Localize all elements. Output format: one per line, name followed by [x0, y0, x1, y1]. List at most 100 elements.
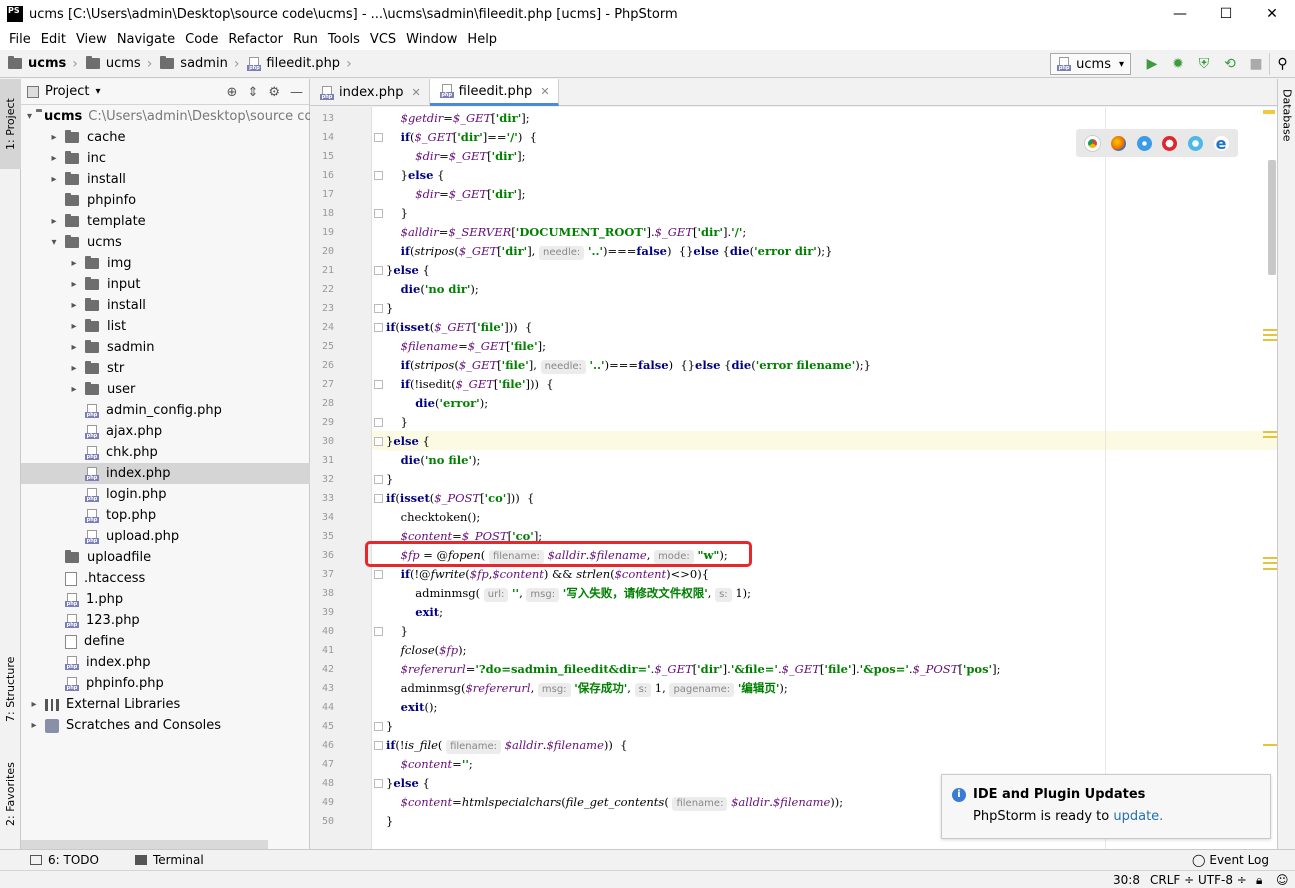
line-number[interactable]: 13	[310, 109, 334, 128]
code-line[interactable]: $content='';	[386, 755, 473, 774]
fold-marker-icon[interactable]	[374, 627, 383, 636]
line-number[interactable]: 34	[310, 508, 334, 527]
line-number[interactable]: 21	[310, 261, 334, 280]
tree-item[interactable]: ▸ template	[21, 211, 310, 232]
line-number[interactable]: 32	[310, 470, 334, 489]
tree-item[interactable]: ▸ External Libraries	[21, 694, 310, 715]
error-stripe-mark[interactable]	[1263, 744, 1277, 746]
chevron-right-icon[interactable]: ▸	[27, 720, 41, 731]
line-number[interactable]: 15	[310, 147, 334, 166]
line-number[interactable]: 45	[310, 717, 334, 736]
line-number[interactable]: 22	[310, 280, 334, 299]
code-line[interactable]: exit();	[386, 698, 438, 717]
code-line[interactable]: die('no file');	[386, 451, 481, 470]
line-number[interactable]: 44	[310, 698, 334, 717]
code-line[interactable]: adminmsg( url: '', msg: '写入失败，请修改文件权限', …	[386, 584, 751, 603]
tab-index-php[interactable]: php index.php ✕	[310, 79, 430, 106]
fold-marker-icon[interactable]	[374, 570, 383, 579]
chrome-icon[interactable]	[1085, 135, 1101, 151]
code-line[interactable]: }	[386, 470, 393, 489]
tree-item[interactable]: ▸ inc	[21, 148, 310, 169]
error-stripe-mark[interactable]	[1263, 562, 1277, 564]
chevron-right-icon[interactable]: ▸	[67, 300, 81, 311]
line-number[interactable]: 23	[310, 299, 334, 318]
tree-item[interactable]: ▸ str	[21, 358, 310, 379]
structure-tool-tab[interactable]: 7: Structure	[0, 649, 21, 729]
event-log-button[interactable]: ◯ Event Log	[1192, 853, 1269, 867]
code-line[interactable]: $refererurl='?do=sadmin_fileedit&dir='.$…	[386, 660, 1001, 679]
chevron-right-icon[interactable]: ▸	[67, 384, 81, 395]
line-number[interactable]: 36	[310, 546, 334, 565]
menu-help[interactable]: Help	[462, 32, 502, 47]
fold-marker-icon[interactable]	[374, 380, 383, 389]
code-line[interactable]: if(isset($_GET['file'])) {	[386, 318, 532, 337]
close-icon[interactable]: ✕	[540, 85, 549, 98]
fold-marker-icon[interactable]	[374, 722, 383, 731]
chevron-right-icon[interactable]: ▸	[67, 363, 81, 374]
menu-refactor[interactable]: Refactor	[223, 32, 288, 47]
fold-marker-icon[interactable]	[374, 494, 383, 503]
tree-item[interactable]: php index.php	[21, 463, 310, 484]
chevron-right-icon[interactable]: ▸	[67, 258, 81, 269]
line-number[interactable]: 28	[310, 394, 334, 413]
tree-item[interactable]: ▸ install	[21, 295, 310, 316]
chevron-right-icon[interactable]: ▸	[47, 132, 61, 143]
code-line[interactable]: }	[386, 622, 408, 641]
line-number[interactable]: 47	[310, 755, 334, 774]
line-number[interactable]: 29	[310, 413, 334, 432]
editor-vertical-scrollbar[interactable]	[1268, 160, 1276, 275]
line-number[interactable]: 33	[310, 489, 334, 508]
update-notification[interactable]: i IDE and Plugin Updates PhpStorm is rea…	[941, 774, 1271, 839]
code-line[interactable]: fclose($fp);	[386, 641, 467, 660]
chevron-right-icon[interactable]: ▸	[27, 699, 41, 710]
database-tool-tab[interactable]: Database	[1278, 89, 1295, 169]
fold-marker-icon[interactable]	[374, 741, 383, 750]
close-icon[interactable]: ✕	[411, 86, 420, 99]
maximize-button[interactable]: ☐	[1203, 0, 1249, 28]
fold-marker-icon[interactable]	[374, 133, 383, 142]
menu-vcs[interactable]: VCS	[365, 32, 401, 47]
code-line[interactable]: if(!is_file( filename: $alldir.$filename…	[386, 736, 628, 755]
chevron-down-icon[interactable]: ▾	[47, 237, 61, 248]
line-number[interactable]: 16	[310, 166, 334, 185]
chevron-right-icon[interactable]: ▸	[47, 216, 61, 227]
close-button[interactable]: ✕	[1249, 0, 1295, 28]
code-line[interactable]: $dir=$_GET['dir'];	[386, 147, 525, 166]
edge-icon[interactable]: e	[1213, 135, 1229, 151]
fold-marker-icon[interactable]	[374, 475, 383, 484]
line-number[interactable]: 46	[310, 736, 334, 755]
code-line[interactable]: $getdir=$_GET['dir'];	[386, 109, 530, 128]
locate-file-icon[interactable]: ⊕	[227, 85, 238, 100]
line-number[interactable]: 17	[310, 185, 334, 204]
fold-marker-icon[interactable]	[374, 418, 383, 427]
line-number[interactable]: 20	[310, 242, 334, 261]
code-line[interactable]: }	[386, 299, 393, 318]
line-number[interactable]: 38	[310, 584, 334, 603]
terminal-tool-button[interactable]: Terminal	[134, 853, 204, 867]
favorites-tool-tab[interactable]: 2: Favorites	[0, 749, 21, 839]
line-number[interactable]: 31	[310, 451, 334, 470]
chevron-down-icon[interactable]: ▾	[95, 86, 100, 97]
caret-position[interactable]: 30:8	[1113, 873, 1140, 887]
update-link[interactable]: update.	[1113, 809, 1163, 824]
breadcrumb-item[interactable]: ucms ›	[8, 56, 82, 72]
code-line[interactable]: }else {	[386, 261, 430, 280]
line-number[interactable]: 41	[310, 641, 334, 660]
gear-icon[interactable]: ⚙	[268, 85, 280, 100]
chevron-right-icon[interactable]: ▸	[47, 153, 61, 164]
error-stripe-mark[interactable]	[1263, 339, 1277, 341]
code-editor[interactable]: 13 14 15 16 17 18 19 20 21 22 23 24 25 26 27 28 29 30 31 32…	[310, 107, 1277, 849]
tree-item[interactable]: php phpinfo.php	[21, 673, 310, 694]
error-stripe-mark[interactable]	[1263, 329, 1277, 331]
code-line[interactable]: }	[386, 812, 393, 831]
lock-icon[interactable]: 🔒︎	[1256, 873, 1262, 888]
fold-marker-icon[interactable]	[374, 171, 383, 180]
code-line[interactable]: if(stripos($_GET['dir'], needle: '..')==…	[386, 242, 833, 261]
fold-marker-icon[interactable]	[374, 209, 383, 218]
hector-icon[interactable]: ☺	[1276, 873, 1289, 887]
line-number[interactable]: 50	[310, 812, 334, 831]
file-encoding[interactable]: UTF-8 ÷	[1198, 873, 1247, 887]
line-number[interactable]: 37	[310, 565, 334, 584]
tree-item[interactable]: php 123.php	[21, 610, 310, 631]
collapse-all-icon[interactable]: ⇕	[247, 85, 258, 100]
